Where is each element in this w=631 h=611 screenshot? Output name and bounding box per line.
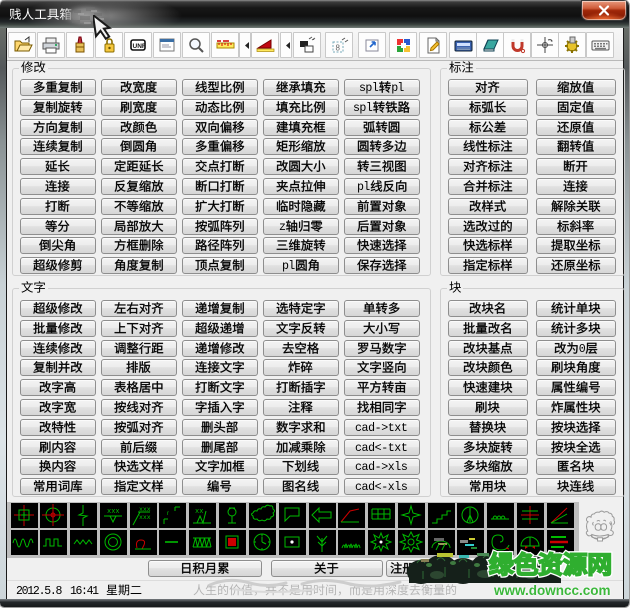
svg-text:spl: spl — [359, 82, 379, 95]
svg-text:cad->xls: cad->xls — [355, 461, 408, 474]
svg-text:cad->txt: cad->txt — [355, 422, 408, 435]
svg-text:z: z — [279, 221, 286, 234]
svg-text:xxx: xxx — [107, 508, 120, 516]
svg-text:UNF: UNF — [133, 43, 146, 50]
svg-text:pl: pl — [357, 181, 370, 194]
svg-text:pl: pl — [391, 82, 404, 95]
svg-text:spl: spl — [353, 102, 373, 115]
svg-text:0: 0 — [579, 343, 586, 356]
svg-text:16:41: 16:41 — [70, 585, 99, 598]
svg-text:xxx: xxx — [139, 514, 151, 521]
svg-text:cad<-txt: cad<-txt — [355, 442, 408, 455]
svg-text:8: 8 — [336, 44, 341, 53]
svg-text:cad<-xls: cad<-xls — [355, 481, 408, 494]
svg-text:xx: xx — [195, 508, 203, 516]
svg-text:pl: pl — [282, 260, 295, 273]
svg-text:r: r — [167, 511, 169, 517]
svg-text:2012.5.8: 2012.5.8 — [16, 585, 62, 598]
